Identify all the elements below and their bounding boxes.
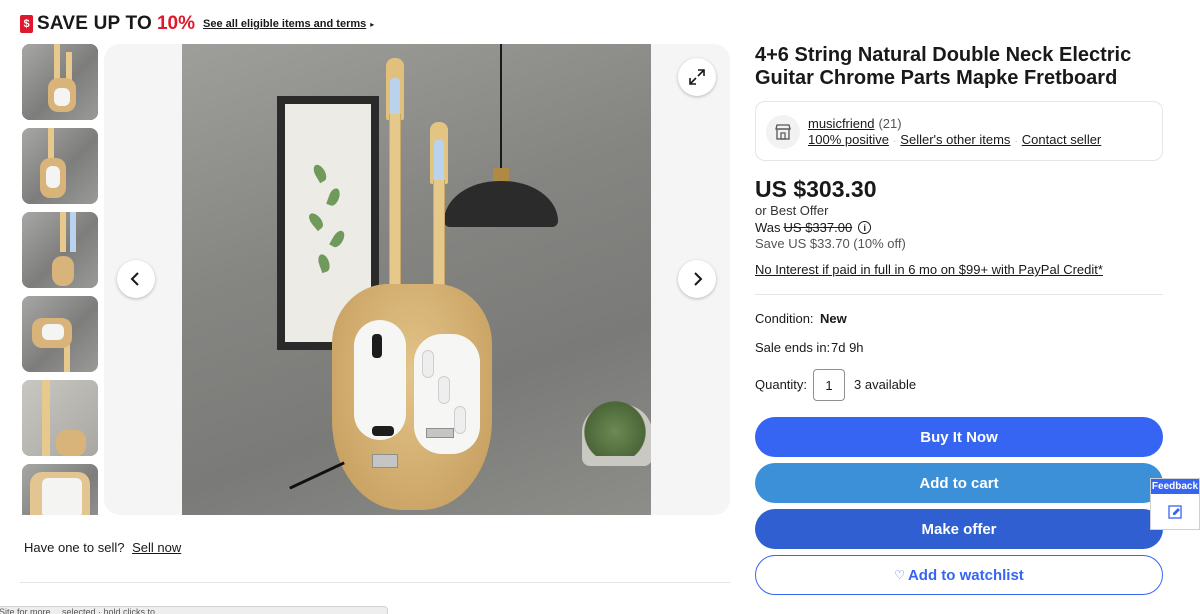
chevron-left-icon (130, 272, 139, 286)
make-offer-button[interactable]: Make offer (755, 509, 1163, 549)
available-count: 3 available (854, 377, 917, 392)
promo-text: SAVE UP TO (37, 13, 152, 34)
listing-title: 4+6 String Natural Double Neck Electric … (755, 44, 1132, 89)
sell-prompt: Have one to sell? Sell now (24, 540, 181, 555)
feedback-label: Feedback (1151, 479, 1199, 494)
was-price-row: Was US $337.00 i (755, 220, 872, 235)
pendant-lamp (444, 181, 558, 227)
product-photo (182, 44, 651, 515)
sale-ends-label: Sale ends in: (755, 340, 831, 355)
add-to-watchlist-button[interactable]: ♡ Add to watchlist (755, 555, 1163, 595)
condition-label: Condition: (755, 311, 814, 326)
previous-image-button[interactable] (117, 260, 155, 298)
thumbnail-strip (22, 44, 98, 515)
promo-percent: 10% (156, 13, 196, 34)
thumbnail-5[interactable] (22, 380, 98, 456)
caret-right-icon: ▸ (370, 19, 375, 29)
seller-links: 100% positive · Seller's other items · Conta… (808, 132, 1101, 147)
info-icon[interactable]: i (858, 221, 872, 234)
seller-other-items-link[interactable]: Seller's other items (900, 132, 1010, 147)
paypal-credit-link[interactable]: No Interest if paid in full in 6 mo on $… (755, 262, 1103, 277)
edit-icon (1151, 494, 1199, 530)
quantity-input[interactable] (813, 369, 845, 401)
main-image-viewer (104, 44, 730, 515)
watchlist-label: Add to watchlist (907, 566, 1024, 584)
seller-positive-link[interactable]: 100% positive (808, 132, 889, 147)
divider (20, 582, 730, 583)
contact-seller-link[interactable]: Contact seller (1022, 132, 1101, 147)
price: US $303.30 (755, 176, 877, 202)
promo-terms-link[interactable]: See all eligible items and terms (203, 18, 366, 30)
was-label: Was (755, 220, 781, 235)
store-icon[interactable] (766, 115, 800, 149)
savings-text: Save US $33.70 (10% off) (755, 236, 906, 251)
thumbnail-6[interactable] (22, 464, 98, 515)
thumbnail-4[interactable] (22, 296, 98, 372)
sell-now-link[interactable]: Sell now (132, 540, 181, 555)
savings-tag-icon: $ (20, 15, 33, 33)
seller-name-link[interactable]: musicfriend (808, 116, 874, 131)
separator-dot: · (1014, 136, 1018, 147)
quantity-label: Quantity: (755, 377, 808, 392)
heart-icon: ♡ (894, 568, 905, 582)
sale-ends-value: 7d 9h (831, 340, 864, 355)
expand-icon (689, 69, 705, 85)
separator-dot: · (892, 136, 897, 147)
add-to-cart-button[interactable]: Add to cart (755, 463, 1163, 503)
sell-question: Have one to sell? (24, 540, 125, 555)
divider (755, 294, 1163, 295)
condition-value: New (820, 311, 847, 326)
seller-card: musicfriend (21) 100% positive · Seller's o… (755, 101, 1163, 161)
thumbnail-2[interactable] (22, 128, 98, 204)
best-offer-text: or Best Offer (755, 203, 829, 218)
seller-feedback-count[interactable]: (21) (878, 116, 901, 131)
expand-image-button[interactable] (678, 58, 716, 96)
next-image-button[interactable] (678, 260, 716, 298)
feedback-tab[interactable]: Feedback (1150, 478, 1200, 530)
thumbnail-1[interactable] (22, 44, 98, 120)
status-bar: Site for more… selected · hold clicks to… (0, 606, 388, 614)
seller-name-row: musicfriend (21) (808, 116, 902, 131)
thumbnail-3[interactable] (22, 212, 98, 288)
buy-it-now-button[interactable]: Buy It Now (755, 417, 1163, 457)
was-price: US $337.00 (783, 220, 853, 235)
chevron-right-icon (694, 272, 703, 286)
promo-banner: $ SAVE UP TO 10% See all eligible items … (20, 12, 374, 36)
